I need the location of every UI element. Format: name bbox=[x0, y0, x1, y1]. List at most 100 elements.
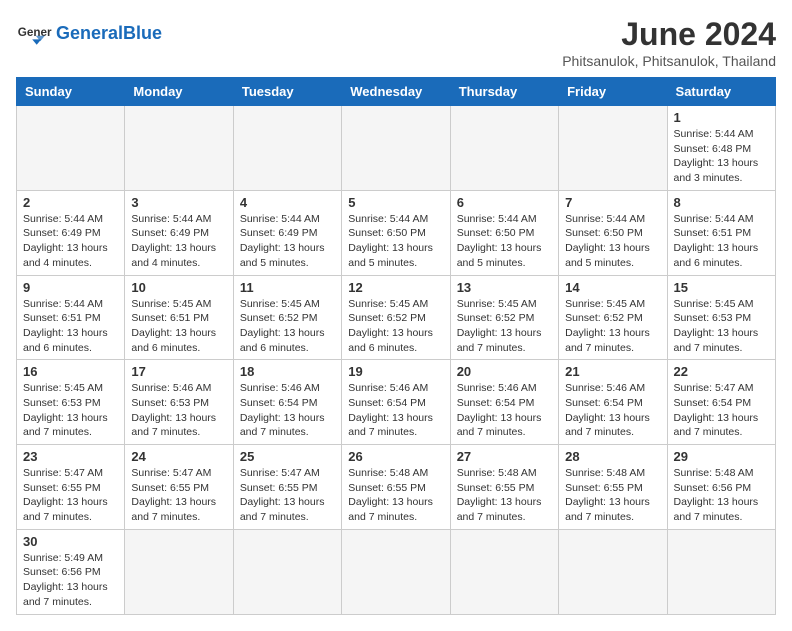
day-info: Sunrise: 5:48 AM Sunset: 6:55 PM Dayligh… bbox=[457, 466, 552, 525]
day-number: 10 bbox=[131, 280, 226, 295]
day-number: 1 bbox=[674, 110, 769, 125]
day-number: 24 bbox=[131, 449, 226, 464]
day-info: Sunrise: 5:46 AM Sunset: 6:54 PM Dayligh… bbox=[240, 381, 335, 440]
day-info: Sunrise: 5:45 AM Sunset: 6:53 PM Dayligh… bbox=[674, 297, 769, 356]
calendar-cell: 10 Sunrise: 5:45 AM Sunset: 6:51 PM Dayli… bbox=[125, 275, 233, 360]
day-info: Sunrise: 5:44 AM Sunset: 6:50 PM Dayligh… bbox=[457, 212, 552, 271]
calendar-cell bbox=[342, 529, 450, 614]
day-number: 5 bbox=[348, 195, 443, 210]
calendar-cell: 20 Sunrise: 5:46 AM Sunset: 6:54 PM Dayli… bbox=[450, 360, 558, 445]
calendar-cell: 22 Sunrise: 5:47 AM Sunset: 6:54 PM Dayli… bbox=[667, 360, 775, 445]
day-info: Sunrise: 5:46 AM Sunset: 6:54 PM Dayligh… bbox=[457, 381, 552, 440]
calendar-cell: 15 Sunrise: 5:45 AM Sunset: 6:53 PM Dayli… bbox=[667, 275, 775, 360]
calendar-cell: 19 Sunrise: 5:46 AM Sunset: 6:54 PM Dayli… bbox=[342, 360, 450, 445]
day-info: Sunrise: 5:48 AM Sunset: 6:55 PM Dayligh… bbox=[348, 466, 443, 525]
day-info: Sunrise: 5:47 AM Sunset: 6:54 PM Dayligh… bbox=[674, 381, 769, 440]
day-info: Sunrise: 5:44 AM Sunset: 6:49 PM Dayligh… bbox=[131, 212, 226, 271]
calendar-week-row: 9Sunrise: 5:44 AM Sunset: 6:51 PM Daylig… bbox=[17, 275, 776, 360]
day-number: 21 bbox=[565, 364, 660, 379]
calendar-cell: 16Sunrise: 5:45 AM Sunset: 6:53 PM Dayli… bbox=[17, 360, 125, 445]
day-number: 19 bbox=[348, 364, 443, 379]
day-info: Sunrise: 5:47 AM Sunset: 6:55 PM Dayligh… bbox=[240, 466, 335, 525]
day-info: Sunrise: 5:45 AM Sunset: 6:52 PM Dayligh… bbox=[457, 297, 552, 356]
calendar-cell: 21Sunrise: 5:46 AM Sunset: 6:54 PM Dayli… bbox=[559, 360, 667, 445]
calendar-cell: 2Sunrise: 5:44 AM Sunset: 6:49 PM Daylig… bbox=[17, 190, 125, 275]
calendar-week-row: 2 Sunrise: 5:44 AM Sunset: 6:49 PM Daylig… bbox=[17, 190, 776, 275]
day-info: Sunrise: 5:46 AM Sunset: 6:54 PM Dayligh… bbox=[348, 381, 443, 440]
calendar-cell: 24 Sunrise: 5:47 AM Sunset: 6:55 PM Dayli… bbox=[125, 445, 233, 530]
calendar-cell: 11 Sunrise: 5:45 AM Sunset: 6:52 PM Dayli… bbox=[233, 275, 341, 360]
title-block: June 2024 Phitsanulok, Phitsanulok, Thai… bbox=[562, 16, 776, 69]
day-header-saturday: Saturday bbox=[667, 78, 775, 106]
calendar-cell: 7 Sunrise: 5:44 AM Sunset: 6:50 PM Daylig… bbox=[559, 190, 667, 275]
svg-text:General: General bbox=[18, 26, 52, 39]
day-number: 11 bbox=[240, 280, 335, 295]
day-info: Sunrise: 5:44 AM Sunset: 6:49 PM Dayligh… bbox=[240, 212, 335, 271]
day-header-tuesday: Tuesday bbox=[233, 78, 341, 106]
calendar-cell: 13Sunrise: 5:45 AM Sunset: 6:52 PM Dayli… bbox=[450, 275, 558, 360]
calendar-cell bbox=[667, 529, 775, 614]
day-info: Sunrise: 5:44 AM Sunset: 6:51 PM Dayligh… bbox=[674, 212, 769, 271]
day-number: 15 bbox=[674, 280, 769, 295]
calendar-cell: 6Sunrise: 5:44 AM Sunset: 6:50 PM Daylig… bbox=[450, 190, 558, 275]
day-number: 17 bbox=[131, 364, 226, 379]
day-number: 20 bbox=[457, 364, 552, 379]
day-info: Sunrise: 5:46 AM Sunset: 6:53 PM Dayligh… bbox=[131, 381, 226, 440]
day-header-wednesday: Wednesday bbox=[342, 78, 450, 106]
day-number: 9 bbox=[23, 280, 118, 295]
calendar-header-row: SundayMondayTuesdayWednesdayThursdayFrid… bbox=[17, 78, 776, 106]
day-info: Sunrise: 5:48 AM Sunset: 6:55 PM Dayligh… bbox=[565, 466, 660, 525]
page-header: General GeneralBlue June 2024 Phitsanulo… bbox=[16, 16, 776, 69]
day-info: Sunrise: 5:47 AM Sunset: 6:55 PM Dayligh… bbox=[23, 466, 118, 525]
day-number: 2 bbox=[23, 195, 118, 210]
day-info: Sunrise: 5:44 AM Sunset: 6:50 PM Dayligh… bbox=[565, 212, 660, 271]
calendar-cell bbox=[342, 106, 450, 191]
day-number: 4 bbox=[240, 195, 335, 210]
calendar-cell: 26 Sunrise: 5:48 AM Sunset: 6:55 PM Dayli… bbox=[342, 445, 450, 530]
calendar-cell bbox=[233, 106, 341, 191]
calendar-cell bbox=[450, 529, 558, 614]
calendar-cell: 28Sunrise: 5:48 AM Sunset: 6:55 PM Dayli… bbox=[559, 445, 667, 530]
location-subtitle: Phitsanulok, Phitsanulok, Thailand bbox=[562, 53, 776, 69]
logo-text: GeneralBlue bbox=[56, 24, 162, 44]
calendar-cell bbox=[125, 529, 233, 614]
day-number: 27 bbox=[457, 449, 552, 464]
day-info: Sunrise: 5:45 AM Sunset: 6:52 PM Dayligh… bbox=[240, 297, 335, 356]
calendar-cell: 8 Sunrise: 5:44 AM Sunset: 6:51 PM Daylig… bbox=[667, 190, 775, 275]
day-number: 22 bbox=[674, 364, 769, 379]
day-info: Sunrise: 5:47 AM Sunset: 6:55 PM Dayligh… bbox=[131, 466, 226, 525]
day-info: Sunrise: 5:45 AM Sunset: 6:51 PM Dayligh… bbox=[131, 297, 226, 356]
calendar-cell: 5Sunrise: 5:44 AM Sunset: 6:50 PM Daylig… bbox=[342, 190, 450, 275]
day-number: 12 bbox=[348, 280, 443, 295]
day-number: 26 bbox=[348, 449, 443, 464]
logo: General GeneralBlue bbox=[16, 16, 162, 52]
calendar-week-row: 30Sunrise: 5:49 AM Sunset: 6:56 PM Dayli… bbox=[17, 529, 776, 614]
logo-blue: Blue bbox=[123, 23, 162, 43]
calendar-cell bbox=[125, 106, 233, 191]
calendar-cell: 4 Sunrise: 5:44 AM Sunset: 6:49 PM Daylig… bbox=[233, 190, 341, 275]
calendar-week-row: 16Sunrise: 5:45 AM Sunset: 6:53 PM Dayli… bbox=[17, 360, 776, 445]
day-number: 25 bbox=[240, 449, 335, 464]
day-number: 30 bbox=[23, 534, 118, 549]
logo-icon: General bbox=[16, 16, 52, 52]
calendar-week-row: 23 Sunrise: 5:47 AM Sunset: 6:55 PM Dayli… bbox=[17, 445, 776, 530]
day-number: 29 bbox=[674, 449, 769, 464]
day-number: 18 bbox=[240, 364, 335, 379]
calendar-cell: 12 Sunrise: 5:45 AM Sunset: 6:52 PM Dayli… bbox=[342, 275, 450, 360]
day-info: Sunrise: 5:45 AM Sunset: 6:53 PM Dayligh… bbox=[23, 381, 118, 440]
day-number: 7 bbox=[565, 195, 660, 210]
calendar-cell bbox=[450, 106, 558, 191]
calendar-cell: 27 Sunrise: 5:48 AM Sunset: 6:55 PM Dayli… bbox=[450, 445, 558, 530]
day-info: Sunrise: 5:45 AM Sunset: 6:52 PM Dayligh… bbox=[565, 297, 660, 356]
calendar-cell: 18 Sunrise: 5:46 AM Sunset: 6:54 PM Dayli… bbox=[233, 360, 341, 445]
day-number: 23 bbox=[23, 449, 118, 464]
day-header-sunday: Sunday bbox=[17, 78, 125, 106]
calendar-cell: 9Sunrise: 5:44 AM Sunset: 6:51 PM Daylig… bbox=[17, 275, 125, 360]
calendar-cell: 1Sunrise: 5:44 AM Sunset: 6:48 PM Daylig… bbox=[667, 106, 775, 191]
day-number: 8 bbox=[674, 195, 769, 210]
day-info: Sunrise: 5:45 AM Sunset: 6:52 PM Dayligh… bbox=[348, 297, 443, 356]
logo-general: General bbox=[56, 23, 123, 43]
calendar-cell: 29Sunrise: 5:48 AM Sunset: 6:56 PM Dayli… bbox=[667, 445, 775, 530]
calendar-cell: 17 Sunrise: 5:46 AM Sunset: 6:53 PM Dayli… bbox=[125, 360, 233, 445]
month-title: June 2024 bbox=[562, 16, 776, 53]
